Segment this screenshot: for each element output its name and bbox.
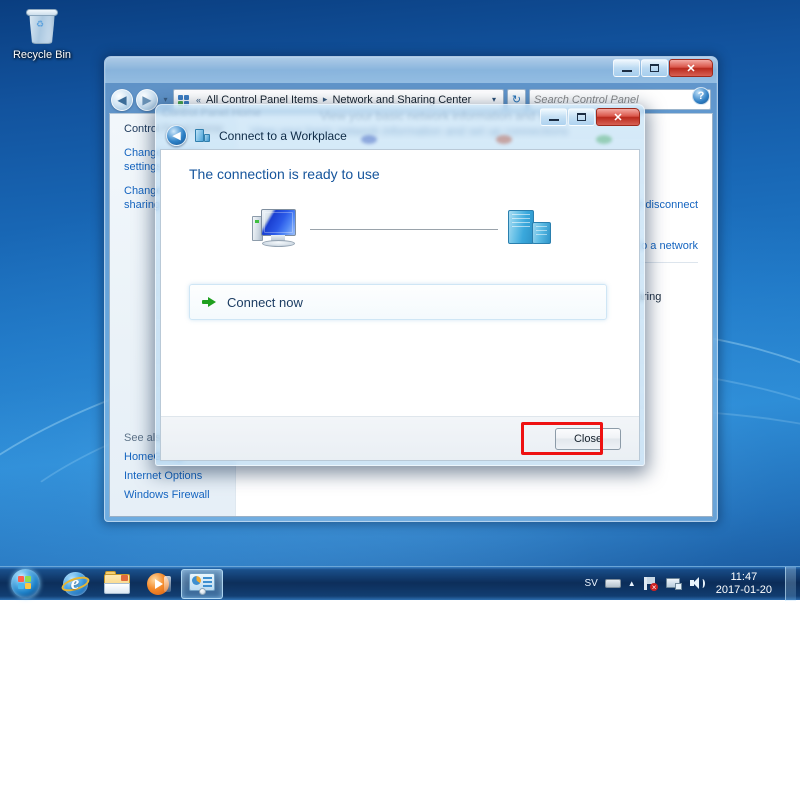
close-button[interactable]: ✕ xyxy=(669,59,713,77)
taskbar-item-control-panel[interactable] xyxy=(181,569,223,599)
bleed-dot xyxy=(596,135,612,144)
bleed-dot xyxy=(496,135,512,144)
see-also-item-windows-firewall[interactable]: Windows Firewall xyxy=(124,489,210,501)
dialog-heading: The connection is ready to use xyxy=(189,166,617,182)
clock[interactable]: 11:47 2017-01-20 xyxy=(712,571,776,597)
dialog-maximize-button[interactable] xyxy=(568,108,595,126)
show-hidden-icons-button[interactable]: ▲ xyxy=(628,579,636,588)
dialog-header: ◀ Connect to a Workplace xyxy=(166,125,347,146)
clock-time: 11:47 xyxy=(716,571,772,584)
taskbar: SV ▲ × 11:47 2017-01-20 xyxy=(0,566,800,600)
connection-graphic xyxy=(189,208,617,250)
dialog-close-button[interactable]: ✕ xyxy=(596,108,640,126)
language-indicator[interactable]: SV xyxy=(584,578,597,589)
window-controls: ✕ xyxy=(613,59,713,77)
taskbar-item-internet-explorer[interactable] xyxy=(55,569,95,599)
taskbar-item-windows-explorer[interactable] xyxy=(97,569,137,599)
connect-to-a-workplace-dialog[interactable]: Control Panel Home View your basic netwo… xyxy=(155,104,645,466)
taskbar-items xyxy=(55,569,223,599)
dialog-window-controls: ✕ xyxy=(540,108,640,126)
internet-explorer-icon xyxy=(63,572,88,596)
bleed-dot xyxy=(361,135,377,144)
control-panel-icon xyxy=(189,573,215,595)
server-icon xyxy=(508,208,554,250)
volume-icon[interactable] xyxy=(689,576,705,591)
dialog-body: The connection is ready to use xyxy=(160,149,640,461)
workplace-connection-icon xyxy=(195,128,211,143)
close-button[interactable]: Close xyxy=(555,428,621,450)
dialog-titlebar[interactable]: Control Panel Home View your basic netwo… xyxy=(156,105,644,149)
system-tray: SV ▲ × 11:47 2017-01-20 xyxy=(584,567,800,600)
recent-pages-dropdown[interactable]: ▾ xyxy=(161,95,170,104)
connect-now-command-link[interactable]: Connect now xyxy=(189,284,607,320)
start-button[interactable] xyxy=(1,568,49,599)
computer-icon xyxy=(252,208,300,250)
dialog-title: Connect to a Workplace xyxy=(219,129,347,143)
minimize-button[interactable] xyxy=(613,59,640,77)
dialog-back-button[interactable]: ◀ xyxy=(166,125,187,146)
dialog-content: The connection is ready to use xyxy=(161,150,639,416)
dialog-minimize-button[interactable] xyxy=(540,108,567,126)
help-button[interactable]: ? xyxy=(692,87,710,105)
green-arrow-icon xyxy=(202,295,217,309)
keyboard-icon[interactable] xyxy=(605,576,621,591)
folder-icon xyxy=(104,573,130,594)
action-center-icon[interactable] xyxy=(666,576,682,591)
connect-now-label: Connect now xyxy=(227,295,303,310)
taskbar-item-windows-media-player[interactable] xyxy=(139,569,179,599)
address-dropdown-icon[interactable]: ▾ xyxy=(487,95,501,104)
windows-logo-icon xyxy=(11,569,40,598)
dialog-footer: Close xyxy=(161,416,639,460)
network-warning-icon[interactable]: × xyxy=(643,576,659,591)
recycle-bin-glyph: ♻ xyxy=(25,8,59,46)
show-desktop-button[interactable] xyxy=(785,567,796,601)
maximize-button[interactable] xyxy=(641,59,668,77)
windows-flag-glyph xyxy=(18,576,33,590)
media-player-icon xyxy=(147,573,171,595)
back-button[interactable]: ◀ xyxy=(111,89,133,111)
see-also-item-internet-options[interactable]: Internet Options xyxy=(124,470,210,482)
clock-date: 2017-01-20 xyxy=(716,584,772,597)
control-panel-titlebar[interactable]: ✕ xyxy=(105,57,717,83)
recycle-bin-icon[interactable]: ♻ Recycle Bin xyxy=(4,6,80,62)
recycle-bin-label: Recycle Bin xyxy=(4,49,80,62)
connection-line xyxy=(310,229,498,230)
breadcrumb-overflow-chevrons[interactable]: « xyxy=(194,95,203,105)
bleed-text-sidebar: Control Panel Home xyxy=(162,107,261,119)
desktop-background: ♻ Recycle Bin ✕ ◀ ▶ ▾ « xyxy=(0,0,800,600)
